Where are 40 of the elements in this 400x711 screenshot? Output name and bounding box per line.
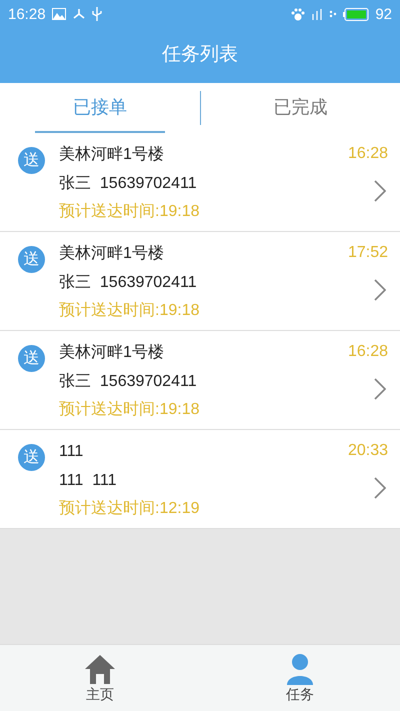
signal-icon <box>311 8 324 20</box>
delivery-badge: 送 <box>18 345 45 372</box>
order-time: 17:52 <box>348 244 388 262</box>
order-row[interactable]: 送 111 111 111 预计送达时间:12:19 20:33 <box>0 430 400 529</box>
tab[interactable]: 已完成 <box>235 83 366 133</box>
order-row[interactable]: 送 美林河畔1号楼 张三 15639702411 预计送达时间:19:18 16:28 <box>0 331 400 430</box>
page-title: 任务列表 <box>161 43 239 67</box>
order-address: 美林河畔1号楼 <box>59 244 165 264</box>
order-row[interactable]: 送 美林河畔1号楼 张三 15639702411 预计送达时间:19:18 17:52 <box>0 232 400 331</box>
order-address: 美林河畔1号楼 <box>59 343 165 363</box>
order-eta: 预计送达时间:19:18 <box>59 301 200 321</box>
order-address: 111 <box>59 442 84 462</box>
order-row[interactable]: 送 美林河畔1号楼 张三 15639702411 预计送达时间:19:18 16:28 <box>0 133 400 232</box>
image-icon <box>52 8 66 20</box>
status-time: 16:28 <box>8 6 46 22</box>
chevron-right-icon <box>374 378 386 400</box>
order-eta: 预计送达时间:12:19 <box>59 499 200 519</box>
delivery-badge: 送 <box>18 147 45 174</box>
order-time: 16:28 <box>348 145 388 163</box>
order-contact: 张三 15639702411 <box>59 372 198 392</box>
order-contact: 张三 15639702411 <box>59 174 198 194</box>
chevron-right-icon <box>374 477 386 499</box>
chevron-right-icon <box>374 180 386 202</box>
order-time: 20:33 <box>348 442 388 460</box>
usb-icon <box>92 7 102 21</box>
order-time: 16:28 <box>348 343 388 361</box>
chevron-right-icon <box>374 279 386 301</box>
nav-item[interactable]: 任务 <box>200 645 400 711</box>
order-address: 美林河畔1号楼 <box>59 145 165 165</box>
share-icon <box>72 8 86 20</box>
order-contact: 张三 15639702411 <box>59 273 198 293</box>
delivery-badge: 送 <box>18 444 45 471</box>
order-eta: 预计送达时间:19:18 <box>59 202 200 222</box>
battery-icon <box>343 8 370 20</box>
delivery-badge: 送 <box>18 246 45 273</box>
paw-icon <box>291 8 306 20</box>
battery-level: 92 <box>375 6 392 22</box>
order-eta: 预计送达时间:19:18 <box>59 400 200 420</box>
order-contact: 111 111 <box>59 471 118 491</box>
nav-item[interactable]: 主页 <box>0 645 200 711</box>
